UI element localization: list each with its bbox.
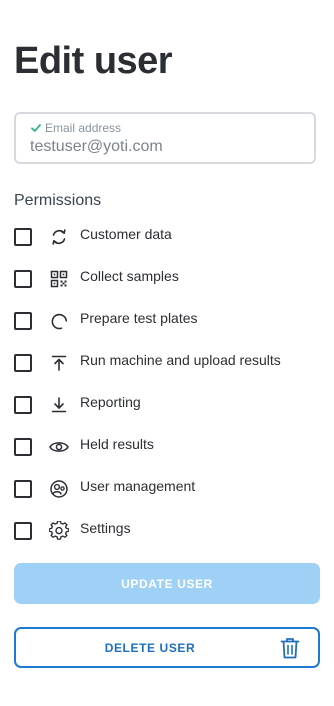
- permission-settings[interactable]: Settings: [14, 519, 320, 543]
- permission-run-machine-upload[interactable]: Run machine and upload results: [14, 351, 320, 375]
- checkbox[interactable]: [14, 312, 32, 330]
- delete-user-button[interactable]: DELETE USER: [14, 627, 320, 668]
- spinner-icon: [48, 310, 70, 332]
- qr-code-icon: [48, 268, 70, 290]
- permission-reporting[interactable]: Reporting: [14, 393, 320, 417]
- permission-held-results[interactable]: Held results: [14, 435, 320, 459]
- check-icon: [31, 124, 41, 132]
- page-title: Edit user: [14, 40, 173, 82]
- permission-label: Held results: [80, 436, 154, 452]
- edit-user-page: Edit user Email address testuser@yoti.co…: [0, 0, 334, 706]
- email-field[interactable]: Email address testuser@yoti.com: [14, 112, 316, 164]
- refresh-icon: [48, 226, 70, 248]
- checkbox[interactable]: [14, 522, 32, 540]
- checkbox[interactable]: [14, 480, 32, 498]
- checkbox[interactable]: [14, 438, 32, 456]
- permission-label: Reporting: [80, 394, 141, 410]
- permissions-list: Customer data Collect samples Prepare te…: [14, 225, 320, 561]
- permission-collect-samples[interactable]: Collect samples: [14, 267, 320, 291]
- update-user-button[interactable]: UPDATE USER: [14, 563, 320, 604]
- permission-label: Prepare test plates: [80, 310, 198, 326]
- download-icon: [48, 394, 70, 416]
- email-field-label: Email address: [30, 121, 121, 135]
- checkbox[interactable]: [14, 228, 32, 246]
- checkbox[interactable]: [14, 354, 32, 372]
- eye-icon: [48, 436, 70, 458]
- permissions-heading: Permissions: [14, 192, 102, 209]
- checkbox[interactable]: [14, 396, 32, 414]
- user-circle-icon: [48, 478, 70, 500]
- permission-label: Run machine and upload results: [80, 352, 281, 368]
- email-value[interactable]: testuser@yoti.com: [30, 138, 163, 156]
- checkbox[interactable]: [14, 270, 32, 288]
- trash-icon: [280, 638, 300, 659]
- permission-label: Customer data: [80, 226, 172, 242]
- gear-icon: [48, 520, 70, 542]
- permission-prepare-test-plates[interactable]: Prepare test plates: [14, 309, 320, 333]
- delete-user-label: DELETE USER: [104, 641, 196, 655]
- permission-label: Settings: [80, 520, 131, 536]
- upload-icon: [48, 352, 70, 374]
- permission-label: User management: [80, 478, 196, 494]
- permission-customer-data[interactable]: Customer data: [14, 225, 320, 249]
- permission-label: Collect samples: [80, 268, 179, 284]
- email-label-text: Email address: [45, 121, 122, 135]
- permission-user-management[interactable]: User management: [14, 477, 320, 501]
